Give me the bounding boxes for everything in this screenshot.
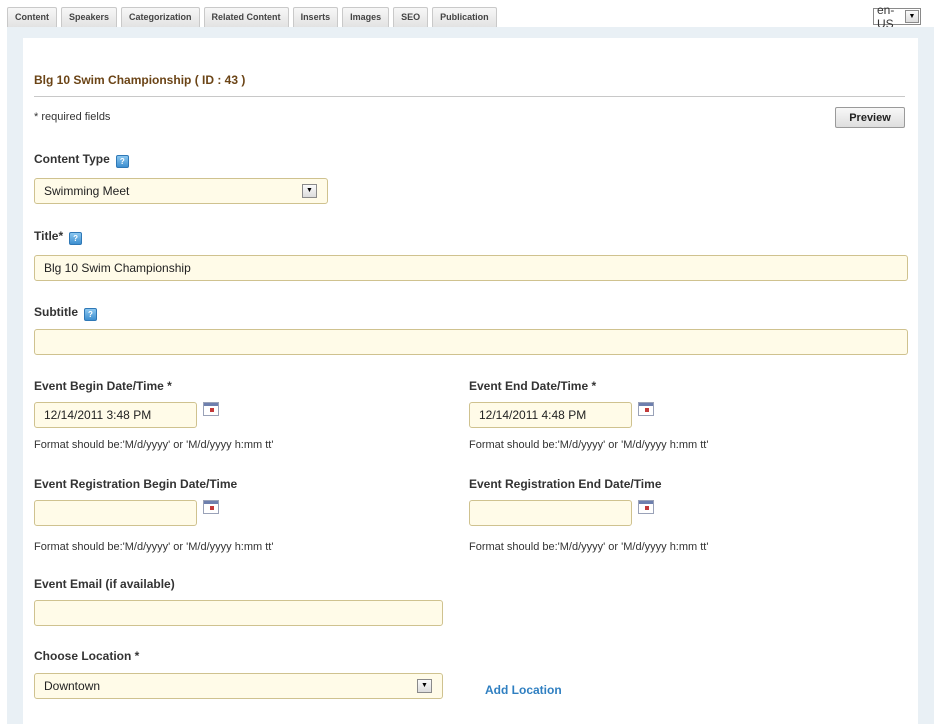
event-end-input[interactable]: 12/14/2011 4:48 PM — [469, 402, 632, 428]
reg-end-label: Event Registration End Date/Time — [469, 477, 662, 491]
event-begin-label: Event Begin Date/Time * — [34, 379, 172, 393]
preview-button[interactable]: Preview — [835, 107, 905, 128]
tab-bar: Content Speakers Categorization Related … — [7, 7, 497, 27]
content-panel: Blg 10 Swim Championship ( ID : 43 ) * r… — [23, 38, 918, 724]
subtitle-input[interactable] — [34, 329, 908, 355]
subtitle-label-text: Subtitle — [34, 305, 78, 319]
event-begin-hint: Format should be:'M/d/yyyy' or 'M/d/yyyy… — [34, 439, 274, 451]
tab-publication[interactable]: Publication — [432, 7, 497, 27]
content-type-label: Content Type? — [34, 152, 129, 168]
add-location-link[interactable]: Add Location — [485, 683, 562, 697]
calendar-icon[interactable] — [203, 500, 219, 514]
content-frame: Blg 10 Swim Championship ( ID : 43 ) * r… — [7, 27, 934, 724]
required-fields-note: * required fields — [34, 111, 111, 123]
chevron-down-icon[interactable]: ▼ — [417, 679, 432, 693]
location-select[interactable]: Downtown ▼ — [34, 673, 443, 699]
event-email-input[interactable] — [34, 600, 443, 626]
page-title: Blg 10 Swim Championship ( ID : 43 ) — [34, 73, 246, 87]
reg-begin-input[interactable] — [34, 500, 197, 526]
tab-speakers[interactable]: Speakers — [61, 7, 118, 27]
language-select[interactable]: en-US ▼ — [873, 3, 921, 31]
event-end-label: Event End Date/Time * — [469, 379, 597, 393]
event-begin-input[interactable]: 12/14/2011 3:48 PM — [34, 402, 197, 428]
reg-begin-label: Event Registration Begin Date/Time — [34, 477, 238, 491]
reg-end-input[interactable] — [469, 500, 632, 526]
location-value: Downtown — [44, 679, 101, 693]
subtitle-label: Subtitle? — [34, 305, 97, 321]
content-type-value: Swimming Meet — [44, 184, 130, 198]
tab-content[interactable]: Content — [7, 7, 57, 27]
tab-seo[interactable]: SEO — [393, 7, 429, 27]
calendar-icon[interactable] — [638, 402, 654, 416]
tab-images[interactable]: Images — [342, 7, 390, 27]
reg-begin-hint: Format should be:'M/d/yyyy' or 'M/d/yyyy… — [34, 541, 274, 553]
chevron-down-icon[interactable]: ▼ — [905, 10, 919, 23]
help-icon[interactable]: ? — [84, 308, 97, 321]
reg-end-hint: Format should be:'M/d/yyyy' or 'M/d/yyyy… — [469, 541, 709, 553]
content-type-select[interactable]: Swimming Meet ▼ — [34, 178, 328, 204]
chevron-down-icon[interactable]: ▼ — [302, 184, 317, 198]
tab-categorization[interactable]: Categorization — [121, 7, 200, 27]
event-email-label: Event Email (if available) — [34, 577, 175, 591]
title-divider — [34, 96, 905, 97]
choose-location-label: Choose Location * — [34, 649, 140, 663]
title-label: Title*? — [34, 229, 83, 245]
title-label-text: Title* — [34, 229, 64, 243]
tab-related-content[interactable]: Related Content — [203, 7, 289, 27]
calendar-icon[interactable] — [203, 402, 219, 416]
calendar-icon[interactable] — [638, 500, 654, 514]
content-type-label-text: Content Type — [34, 152, 110, 166]
tab-inserts[interactable]: Inserts — [292, 7, 339, 27]
help-icon[interactable]: ? — [115, 155, 129, 168]
title-input[interactable]: Blg 10 Swim Championship — [34, 255, 908, 281]
help-icon[interactable]: ? — [69, 232, 83, 245]
event-end-hint: Format should be:'M/d/yyyy' or 'M/d/yyyy… — [469, 439, 709, 451]
